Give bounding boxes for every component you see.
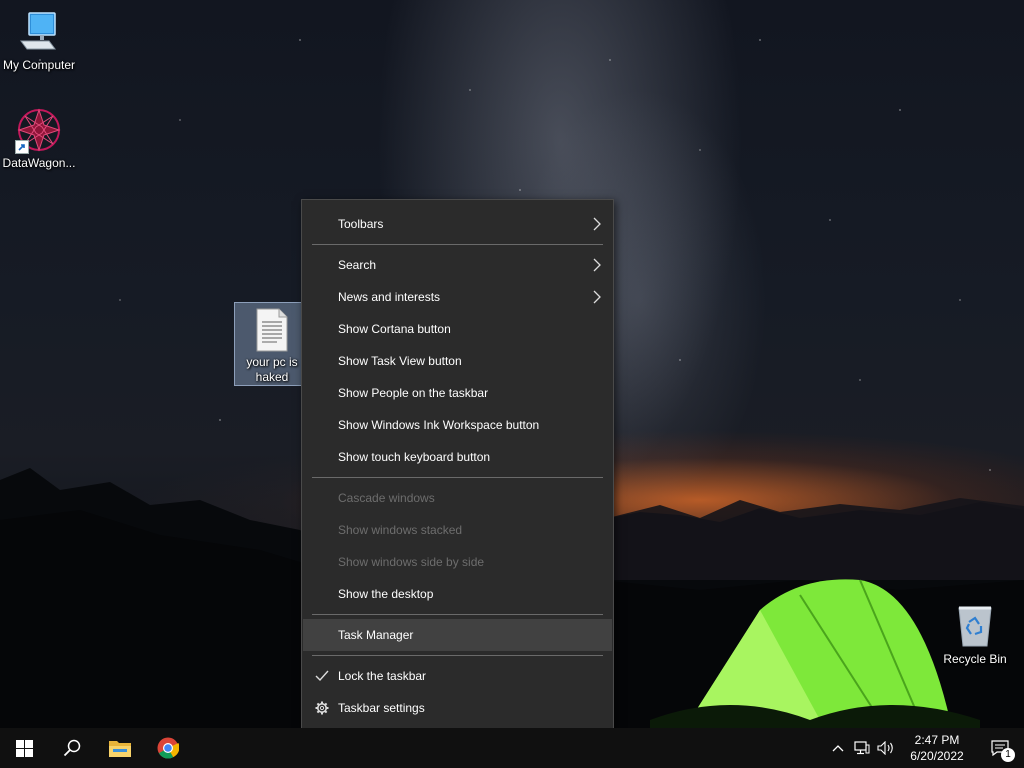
clock[interactable]: 2:47 PM 6/20/2022 <box>898 732 976 764</box>
desktop-icon-text-file[interactable]: your pc is haked <box>234 302 310 386</box>
menu-item-label: Show windows side by side <box>338 555 485 569</box>
clock-time: 2:47 PM <box>914 733 960 747</box>
shortcut-arrow-icon <box>15 140 29 154</box>
chevron-right-icon <box>593 217 601 231</box>
menu-separator <box>312 655 603 656</box>
file-explorer-button[interactable] <box>96 728 144 768</box>
search-button[interactable] <box>48 728 96 768</box>
menu-item-show-ink-workspace[interactable]: Show Windows Ink Workspace button <box>303 409 612 441</box>
windows-start-icon <box>15 739 33 757</box>
start-button[interactable] <box>0 728 48 768</box>
desktop-icon-datawagon[interactable]: DataWagon... <box>1 106 77 171</box>
menu-item-search[interactable]: Search <box>303 249 612 281</box>
menu-item-toolbars[interactable]: Toolbars <box>303 208 612 240</box>
menu-item-show-the-desktop[interactable]: Show the desktop <box>303 578 612 610</box>
volume-button[interactable] <box>874 728 898 768</box>
menu-item-show-windows-stacked: Show windows stacked <box>303 514 612 546</box>
chevron-up-icon <box>832 745 844 752</box>
chrome-icon <box>157 737 179 759</box>
menu-item-label: Toolbars <box>338 217 384 231</box>
desktop-icon-label: My Computer <box>2 58 76 72</box>
show-hidden-icons-button[interactable] <box>826 728 850 768</box>
menu-item-cascade-windows: Cascade windows <box>303 482 612 514</box>
menu-separator <box>312 477 603 478</box>
search-icon <box>63 739 81 757</box>
menu-item-label: Show Task View button <box>338 354 462 368</box>
menu-item-show-touch-keyboard[interactable]: Show touch keyboard button <box>303 441 612 473</box>
desktop-icon-label: Recycle Bin <box>943 652 1007 666</box>
recycle-bin-icon <box>958 606 992 647</box>
menu-item-label: News and interests <box>338 290 441 304</box>
menu-item-label: Show Cortana button <box>338 322 451 336</box>
desktop-icon-recycle-bin[interactable]: Recycle Bin <box>937 602 1013 667</box>
chrome-button[interactable] <box>144 728 192 768</box>
desktop-icon-label: your pc is haked <box>246 355 298 384</box>
menu-item-label: Show the desktop <box>338 587 434 601</box>
menu-item-label: Taskbar settings <box>338 701 425 715</box>
menu-item-lock-the-taskbar[interactable]: Lock the taskbar <box>303 660 612 692</box>
menu-item-label: Cascade windows <box>338 491 435 505</box>
desktop-icon-my-computer[interactable]: My Computer <box>1 8 77 73</box>
network-button[interactable] <box>850 728 874 768</box>
chevron-right-icon <box>593 290 601 304</box>
notification-count-badge: 1 <box>1001 748 1015 762</box>
desktop-icon-label: DataWagon... <box>2 156 76 170</box>
menu-item-show-cortana-button[interactable]: Show Cortana button <box>303 313 612 345</box>
system-tray: 2:47 PM 6/20/2022 1 <box>826 728 1024 768</box>
chevron-right-icon <box>593 258 601 272</box>
computer-icon <box>20 12 56 50</box>
clock-date: 6/20/2022 <box>910 749 964 763</box>
menu-item-label: Show Windows Ink Workspace button <box>338 418 540 432</box>
menu-item-label: Show touch keyboard button <box>338 450 491 464</box>
menu-item-show-task-view-button[interactable]: Show Task View button <box>303 345 612 377</box>
menu-item-label: Task Manager <box>338 628 414 642</box>
action-center-button[interactable]: 1 <box>976 728 1024 768</box>
menu-separator <box>312 614 603 615</box>
menu-item-task-manager[interactable]: Task Manager <box>303 619 612 651</box>
menu-item-label: Show windows stacked <box>338 523 463 537</box>
menu-item-show-people[interactable]: Show People on the taskbar <box>303 377 612 409</box>
menu-item-taskbar-settings[interactable]: Taskbar settings <box>303 692 612 724</box>
gear-icon <box>314 700 330 716</box>
menu-separator <box>312 244 603 245</box>
network-icon <box>854 741 870 755</box>
checkmark-icon <box>314 668 330 684</box>
menu-item-show-windows-side-by-side: Show windows side by side <box>303 546 612 578</box>
text-file-icon <box>256 308 288 351</box>
menu-item-label: Lock the taskbar <box>338 669 427 683</box>
file-explorer-icon <box>109 741 131 757</box>
menu-item-label: Search <box>338 258 377 272</box>
taskbar[interactable]: 2:47 PM 6/20/2022 1 <box>0 728 1024 768</box>
menu-item-news-and-interests[interactable]: News and interests <box>303 281 612 313</box>
volume-icon <box>877 741 893 755</box>
menu-item-label: Show People on the taskbar <box>338 386 489 400</box>
taskbar-context-menu: Toolbars Search News and interests Show … <box>301 199 614 733</box>
green-tent <box>650 579 980 728</box>
